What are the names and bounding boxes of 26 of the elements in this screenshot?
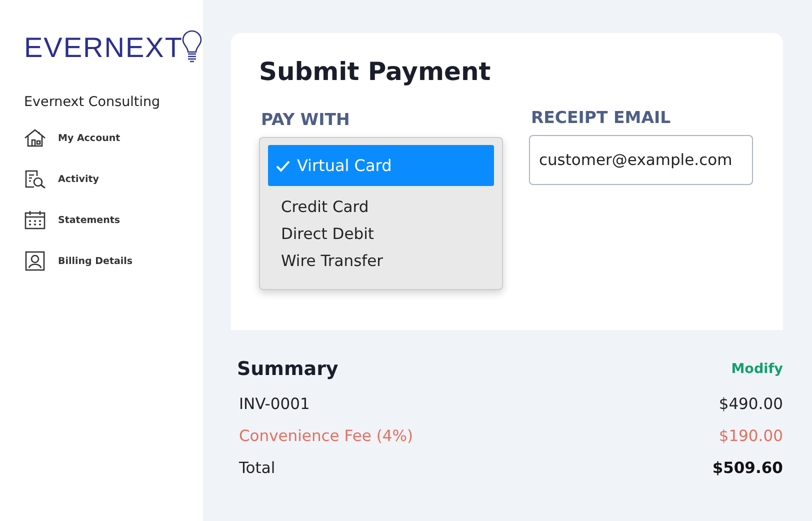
dropdown-option[interactable]: Direct Debit	[268, 221, 494, 248]
line-item-label: Total	[238, 458, 276, 479]
nav-item[interactable]: Billing Details	[24, 251, 203, 271]
line-item-label: Convenience Fee (4%)	[238, 426, 414, 447]
field-label: PAY WITH	[260, 110, 351, 129]
line-item-amount: $190.00	[718, 426, 783, 447]
checkmark-icon	[276, 160, 290, 172]
document-search-icon	[24, 169, 46, 189]
summary-title: Summary	[236, 358, 338, 380]
company-name: Evernext Consulting	[24, 94, 162, 110]
nav-item[interactable]: Statements	[24, 210, 203, 230]
lightbulb-icon	[180, 30, 203, 64]
email-field[interactable]: customer@example.com	[528, 135, 753, 185]
nav-item[interactable]: Activity	[24, 169, 203, 189]
nav-item[interactable]: My Account	[24, 128, 203, 148]
logo-wordmark: EVERNEXT	[24, 34, 183, 62]
line-item-amount: $509.60	[712, 458, 783, 479]
dropdown-option[interactable]: Credit Card	[268, 194, 494, 221]
line-item-label: INV-0001	[238, 394, 310, 415]
dropdown-option[interactable]: Wire Transfer	[268, 248, 494, 275]
profile-icon	[24, 251, 46, 271]
house-icon	[24, 128, 46, 148]
line-item-amount: $490.00	[718, 394, 783, 415]
field-label: RECEIPT EMAIL	[530, 108, 672, 127]
page-title: Submit Payment	[258, 57, 492, 86]
calendar-icon	[24, 210, 46, 230]
